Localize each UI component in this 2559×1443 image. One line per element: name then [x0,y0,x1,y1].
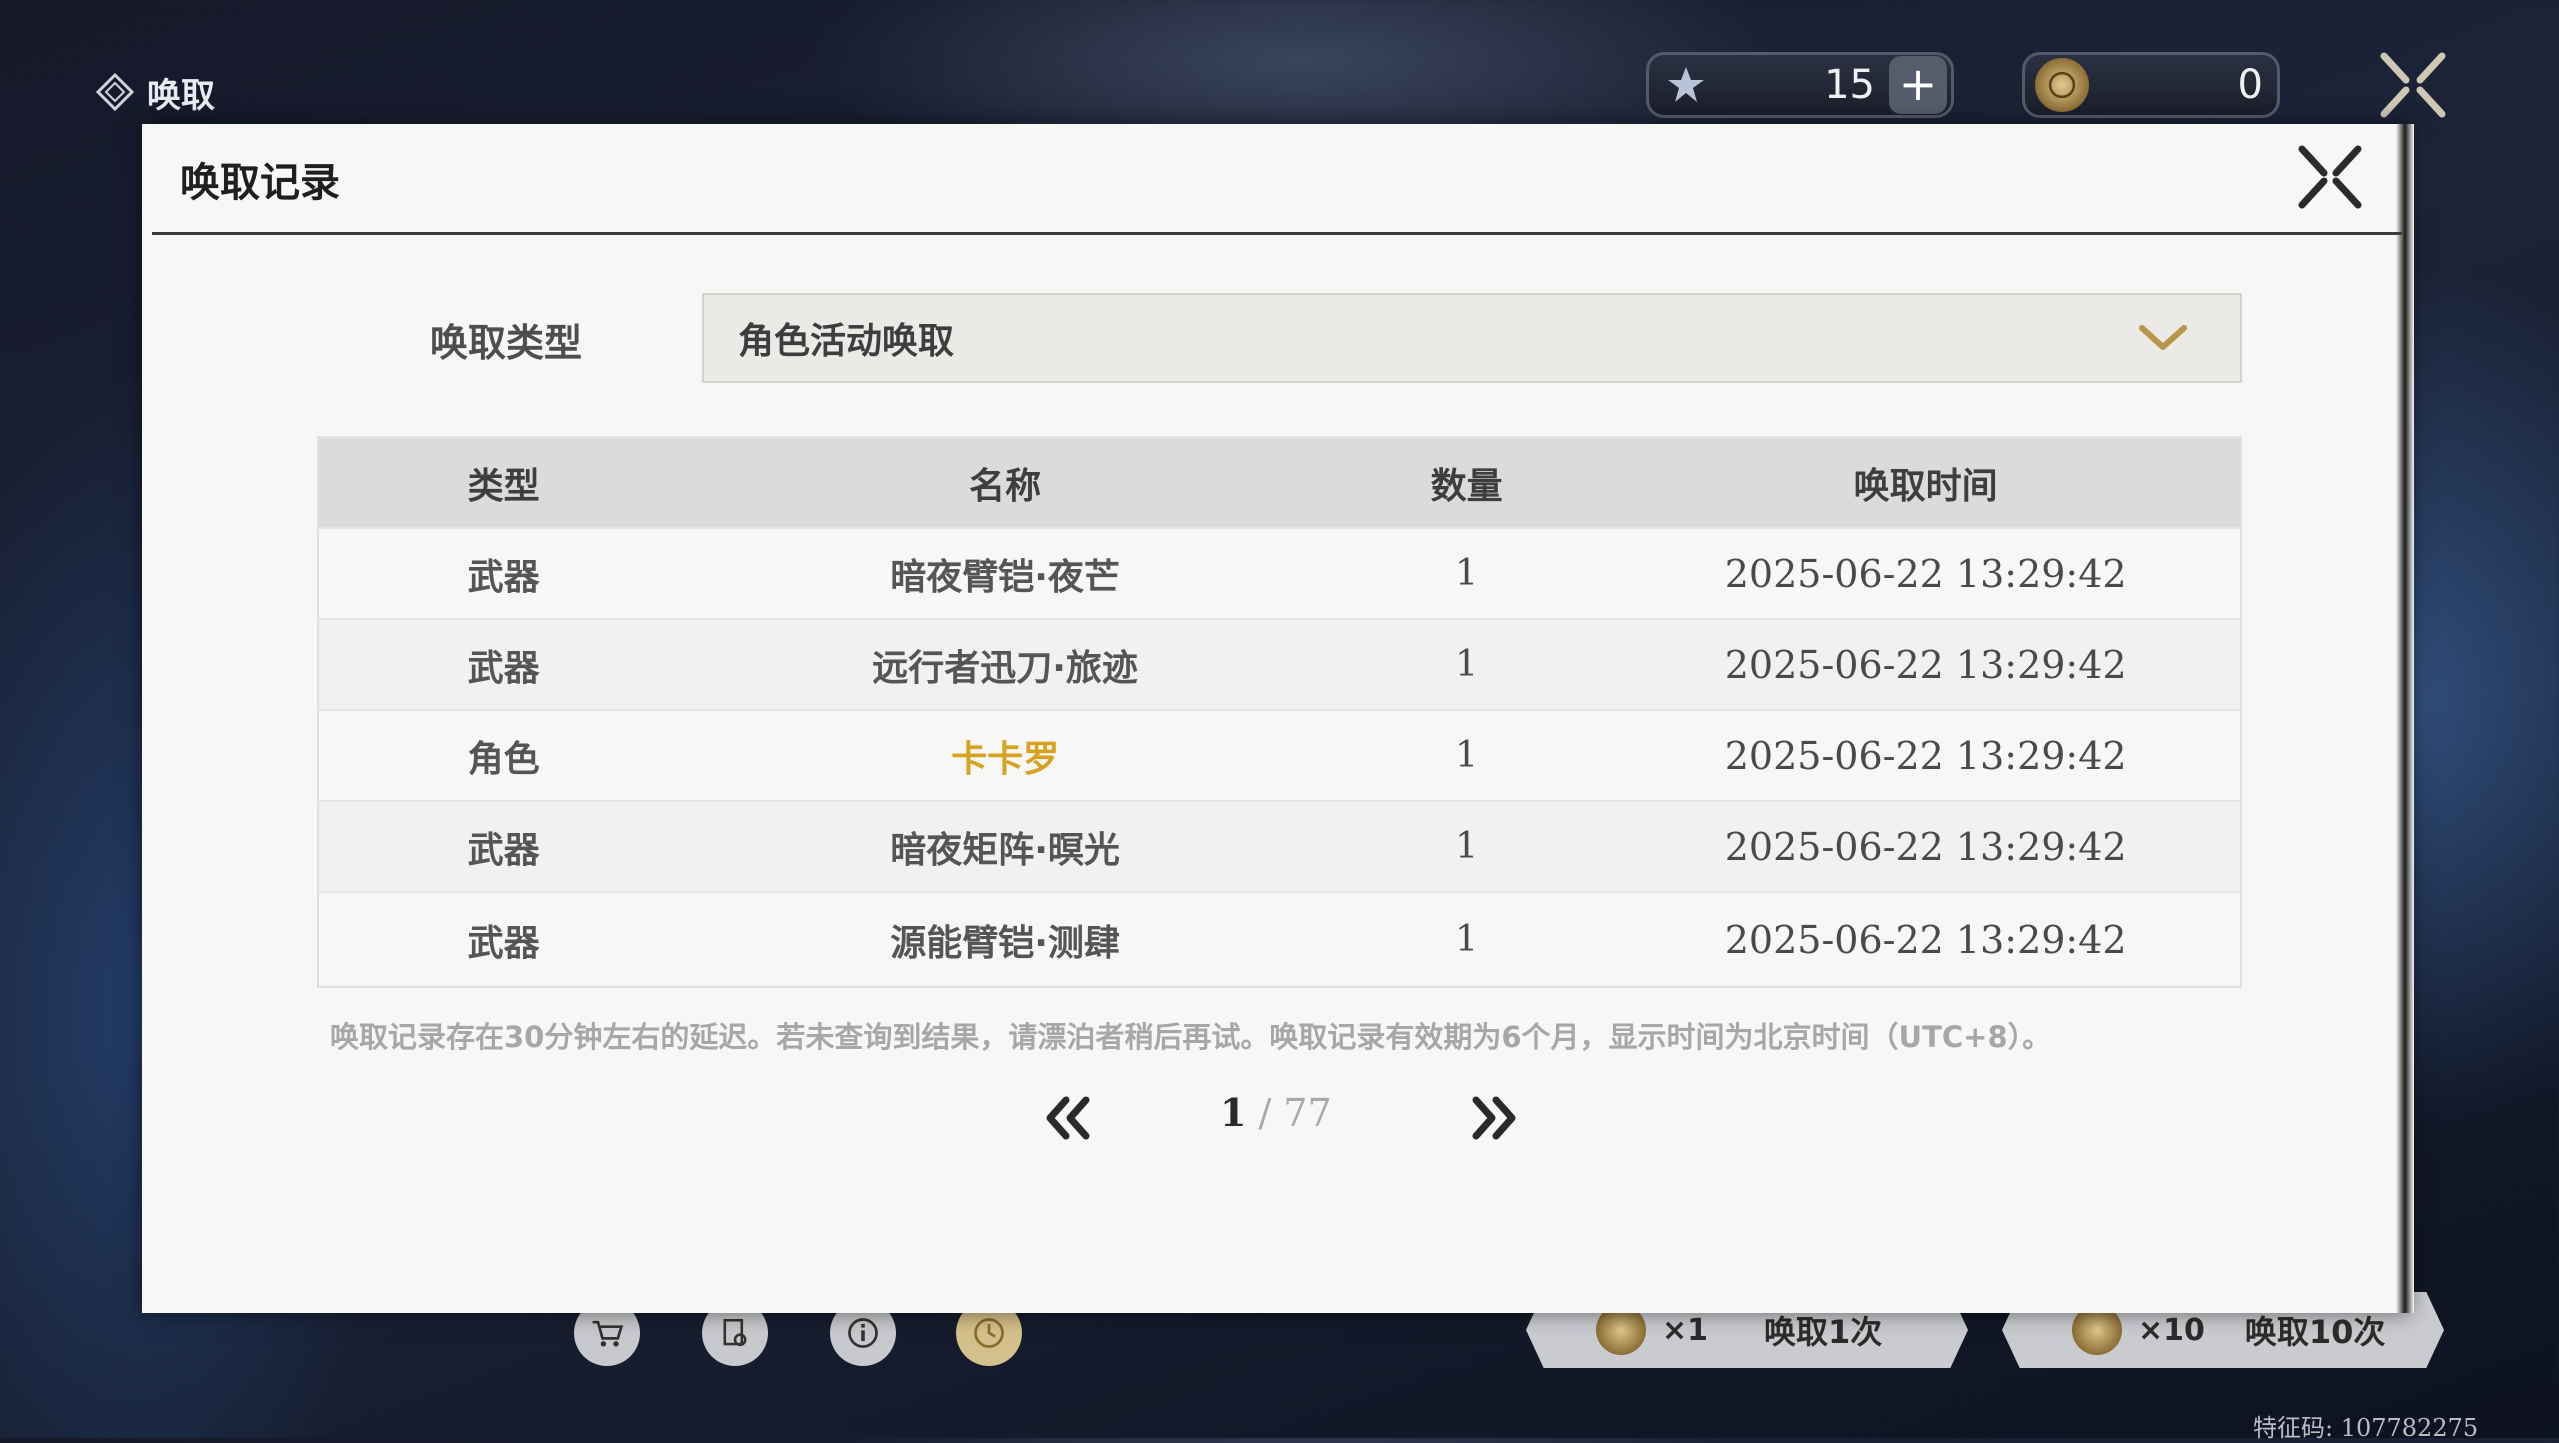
add-currency-button[interactable]: + [1889,56,1947,114]
previous-page-icon[interactable] [1040,1092,1096,1144]
row-time: 2025-06-22 13:29:42 [1724,733,2127,778]
modal-edge-decoration [2396,124,2414,1313]
header-time: 唤取时间 [1853,465,1998,507]
chevron-down-icon [2139,325,2187,350]
clock-icon [974,1318,1004,1348]
row-time: 2025-06-22 13:29:42 [1724,551,2127,596]
modal-title: 唤取记录 [180,160,340,206]
star-currency-display: 15 + [1646,52,1954,118]
row-name: 卡卡罗 [951,738,1060,780]
star-currency-value: 15 [1824,62,1875,108]
screen-close-icon[interactable] [2378,50,2448,120]
table-row: 武器 暗夜矩阵·暝光 1 2025-06-22 13:29:42 [319,800,2240,891]
next-page-icon[interactable] [1466,1092,1522,1144]
row-name: 源能臂铠·测肆 [890,922,1120,964]
row-time: 2025-06-22 13:29:42 [1724,824,2127,869]
row-type: 武器 [467,829,540,871]
page-title-text: 唤取 [147,75,215,116]
row-time: 2025-06-22 13:29:42 [1724,917,2127,962]
current-page: 1 [1220,1090,1247,1135]
row-type: 武器 [467,647,540,689]
pull-type-value: 角色活动唤取 [738,321,955,362]
row-name: 暗夜臂铠·夜芒 [890,556,1120,598]
table-row: 角色 卡卡罗 1 2025-06-22 13:29:42 [319,709,2240,800]
row-quantity: 1 [1455,735,1479,776]
row-quantity: 1 [1455,919,1479,960]
row-type: 武器 [467,922,540,964]
header-quantity: 数量 [1430,465,1503,507]
pull-ten-cost: ×10 [2138,1312,2205,1348]
pull-type-dropdown[interactable]: 角色活动唤取 [702,293,2242,383]
table-row: 武器 暗夜臂铠·夜芒 1 2025-06-22 13:29:42 [319,527,2240,618]
modal-header [152,140,2402,235]
page-title: 唤取 [95,68,215,116]
total-pages: 77 [1283,1091,1332,1135]
table-row: 武器 源能臂铠·测肆 1 2025-06-22 13:29:42 [319,891,2240,986]
row-type: 角色 [467,738,540,780]
table-header: 类型 名称 数量 唤取时间 [319,438,2240,527]
coin-currency-display: 0 [2022,52,2280,118]
row-quantity: 1 [1455,553,1479,594]
row-time: 2025-06-22 13:29:42 [1724,642,2127,687]
pull-once-label: 唤取1次 [1764,1313,1883,1351]
page-indicator: 1 / 77 [1220,1090,1332,1135]
close-icon[interactable] [2296,143,2364,211]
info-icon [848,1318,878,1348]
pull-once-cost: ×1 [1662,1312,1709,1348]
star-icon [1659,58,1713,112]
delay-note: 唤取记录存在30分钟左右的延迟。若未查询到结果，请漂泊者稍后再试。唤取记录有效期… [330,1020,2052,1054]
row-type: 武器 [467,556,540,598]
row-quantity: 1 [1455,644,1479,685]
row-name: 暗夜矩阵·暝光 [890,829,1120,871]
summon-logo-icon [95,72,135,112]
page-separator: / [1246,1091,1284,1135]
document-search-icon [723,1318,747,1347]
coin-icon [2035,58,2089,112]
pull-type-label: 唤取类型 [430,321,583,365]
row-quantity: 1 [1455,826,1479,867]
table-row: 武器 远行者迅刀·旅迹 1 2025-06-22 13:29:42 [319,618,2240,709]
header-type: 类型 [467,465,540,507]
coin-currency-value: 0 [2237,62,2263,108]
cart-icon [592,1320,624,1347]
row-name: 远行者迅刀·旅迹 [872,647,1138,689]
header-name: 名称 [969,465,1042,507]
pull-history-table: 类型 名称 数量 唤取时间 武器 暗夜臂铠·夜芒 1 2025-06-22 13… [317,436,2242,988]
pull-ten-label: 唤取10次 [2244,1313,2386,1351]
